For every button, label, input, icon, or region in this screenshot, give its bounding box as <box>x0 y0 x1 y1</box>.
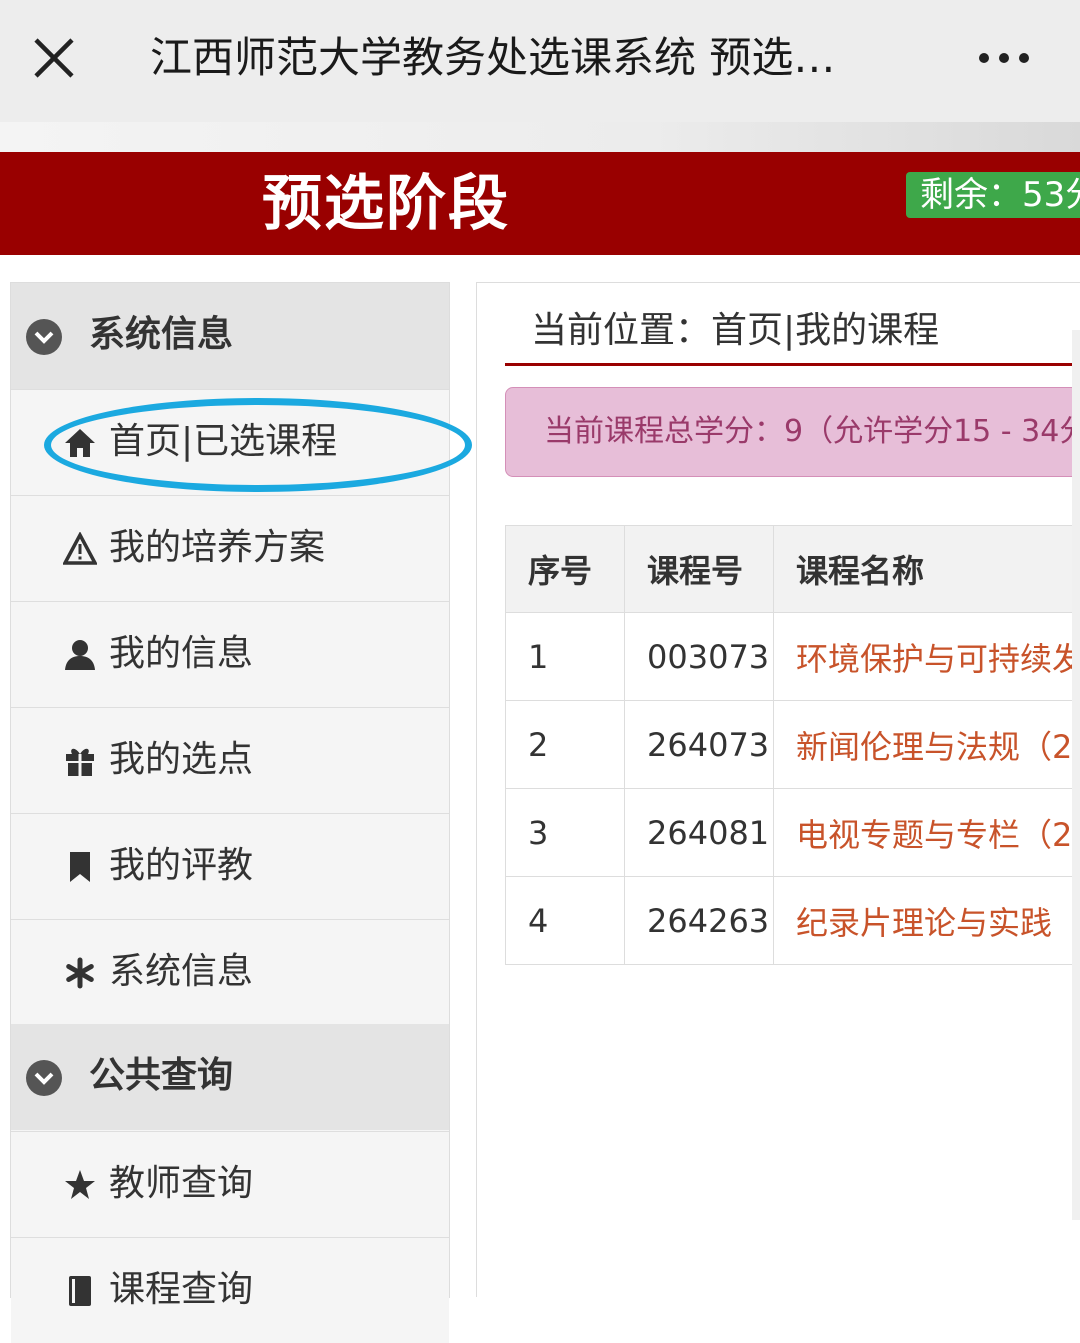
breadcrumb-underline <box>505 363 1080 366</box>
page-title: 江西师范大学教务处选课系统 预选… <box>150 28 910 88</box>
table-row: 1 003073 环境保护与可持续发展 <box>506 613 1080 701</box>
table-header-row: 序号 课程号 课程名称 <box>506 526 1080 613</box>
sidebar-item-training-plan[interactable]: 我的培养方案 <box>11 495 449 601</box>
cell-course-code: 003073 <box>625 613 774 701</box>
sidebar-item-label: 我的培养方案 <box>109 518 325 578</box>
sidebar-item-my-info[interactable]: 我的信息 <box>11 601 449 707</box>
selected-courses-table: 序号 课程号 课程名称 1 003073 环境保护与可持续发展 2 264073… <box>505 525 1080 965</box>
user-icon <box>63 638 97 672</box>
asterisk-icon <box>63 956 97 990</box>
sidebar-item-teacher-query[interactable]: 教师查询 <box>11 1131 449 1237</box>
credit-notice: 当前课程总学分：9（允许学分15 - 34分） <box>505 387 1080 477</box>
cell-index: 2 <box>506 701 625 789</box>
close-icon[interactable] <box>28 32 80 84</box>
sidebar-item-label: 我的评教 <box>109 836 253 896</box>
table-row: 3 264081 电视专题与专栏（2分） <box>506 789 1080 877</box>
course-name-link[interactable]: 环境保护与可持续发展 <box>774 613 1080 701</box>
cell-course-code: 264081 <box>625 789 774 877</box>
table-row: 2 264073 新闻伦理与法规（2分） <box>506 701 1080 789</box>
course-name-link[interactable]: 电视专题与专栏（2分） <box>774 789 1080 877</box>
remaining-badge: 剩余：53分 <box>906 172 1080 218</box>
sidebar-item-system-info[interactable]: 系统信息 <box>11 919 449 1025</box>
sidebar-item-label: 课程查询 <box>109 1260 253 1320</box>
stage-title: 预选阶段 <box>262 164 510 244</box>
credit-notice-text: 当前课程总学分：9（允许学分15 - 34分） <box>544 406 1080 458</box>
cell-course-code: 264263 <box>625 877 774 965</box>
more-icon[interactable] <box>972 40 1036 76</box>
cell-index: 1 <box>506 613 625 701</box>
cell-course-code: 264073 <box>625 701 774 789</box>
sidebar-item-label: 我的选点 <box>109 730 253 790</box>
page-top-strip <box>0 122 1080 152</box>
browser-top-bar: 江西师范大学教务处选课系统 预选… <box>0 0 1080 122</box>
sidebar-section-label: 公共查询 <box>89 1046 233 1106</box>
cell-index: 3 <box>506 789 625 877</box>
sidebar-section-public-query[interactable]: 公共查询 <box>11 1024 449 1130</box>
sidebar-section-label: 系统信息 <box>89 305 233 365</box>
scrollbar[interactable] <box>1072 330 1080 1220</box>
breadcrumb: 当前位置：首页|我的课程 <box>531 305 939 357</box>
sidebar-item-label: 我的信息 <box>109 624 253 684</box>
sidebar-item-course-query[interactable]: 课程查询 <box>11 1237 449 1343</box>
main-content: 当前位置：首页|我的课程 当前课程总学分：9（允许学分15 - 34分） 序号 … <box>476 282 1080 1297</box>
sidebar-item-label: 系统信息 <box>109 942 253 1002</box>
column-header-course-code: 课程号 <box>625 526 774 613</box>
chevron-down-icon <box>25 1059 63 1097</box>
course-name-link[interactable]: 纪录片理论与实践（3分） <box>774 877 1080 965</box>
highlight-annotation-ring <box>44 398 472 492</box>
sidebar-item-my-evaluation[interactable]: 我的评教 <box>11 813 449 919</box>
sidebar-section-system-info[interactable]: 系统信息 <box>11 283 449 389</box>
column-header-index: 序号 <box>506 526 625 613</box>
book-icon <box>63 1274 97 1308</box>
sidebar-item-label: 教师查询 <box>109 1154 253 1214</box>
cell-index: 4 <box>506 877 625 965</box>
chevron-down-icon <box>25 318 63 356</box>
gift-icon <box>63 744 97 778</box>
warning-icon <box>63 532 97 566</box>
course-name-link[interactable]: 新闻伦理与法规（2分） <box>774 701 1080 789</box>
stage-banner: 预选阶段 剩余：53分 <box>0 152 1080 255</box>
table-row: 4 264263 纪录片理论与实践（3分） <box>506 877 1080 965</box>
sidebar-item-my-points[interactable]: 我的选点 <box>11 707 449 813</box>
star-icon <box>63 1168 97 1202</box>
column-header-course-name: 课程名称 <box>774 526 1080 613</box>
bookmark-icon <box>63 850 97 884</box>
